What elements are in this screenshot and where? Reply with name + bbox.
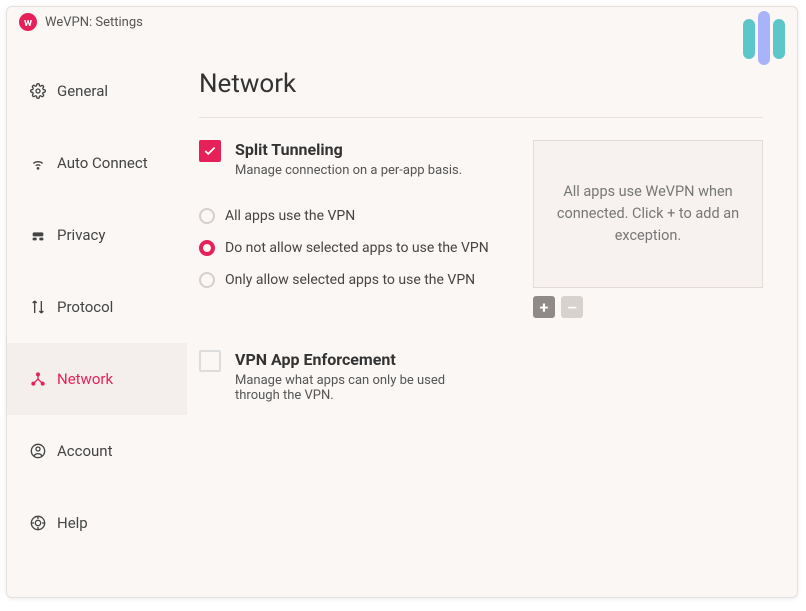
sidebar-item-network[interactable]: Network [7,343,187,415]
divider [199,117,763,118]
exception-list: All apps use WeVPN when connected. Click… [533,140,763,288]
decorative-bars [743,11,785,59]
titlebar: w WeVPN: Settings [7,7,797,37]
radio-label: Do not allow selected apps to use the VP… [225,240,489,256]
app-logo: w [19,13,37,31]
sidebar-item-help[interactable]: Help [7,487,187,559]
split-tunneling-title: Split Tunneling [235,140,462,159]
sidebar-item-account[interactable]: Account [7,415,187,487]
arrows-icon [29,299,47,315]
radio-icon [199,240,215,256]
network-icon [29,371,47,387]
enforcement-checkbox[interactable] [199,350,221,372]
main-panel: Network Split Tunneling Manage connectio… [187,37,797,597]
radio-label: All apps use the VPN [225,208,355,224]
settings-window: w WeVPN: Settings General Auto Connect [6,6,798,598]
sidebar-item-label: Network [57,370,113,388]
privacy-icon [29,227,47,243]
exception-placeholder: All apps use WeVPN when connected. Click… [552,181,744,246]
sidebar-item-protocol[interactable]: Protocol [7,271,187,343]
sidebar-item-auto-connect[interactable]: Auto Connect [7,127,187,199]
sidebar-item-label: General [57,82,108,100]
sidebar-item-label: Auto Connect [57,154,148,172]
sidebar-item-general[interactable]: General [7,55,187,127]
split-tunneling-checkbox[interactable] [199,140,221,162]
sidebar-item-label: Privacy [57,226,105,244]
wifi-icon [29,155,47,171]
radio-do-not-allow-selected[interactable]: Do not allow selected apps to use the VP… [199,232,511,264]
radio-all-apps-use-vpn[interactable]: All apps use the VPN [199,200,511,232]
radio-only-allow-selected[interactable]: Only allow selected apps to use the VPN [199,264,511,296]
sidebar-item-privacy[interactable]: Privacy [7,199,187,271]
radio-label: Only allow selected apps to use the VPN [225,272,475,288]
remove-exception-button[interactable]: – [561,296,583,318]
sidebar: General Auto Connect Privacy Protocol [7,37,187,597]
window-title: WeVPN: Settings [45,15,143,30]
enforcement-desc: Manage what apps can only be used throug… [235,373,475,403]
sidebar-item-label: Help [57,514,88,532]
gear-icon [29,83,47,99]
sidebar-item-label: Protocol [57,298,113,316]
add-exception-button[interactable]: + [533,296,555,318]
radio-icon [199,208,215,224]
sidebar-item-label: Account [57,442,113,460]
enforcement-title: VPN App Enforcement [235,350,475,369]
account-icon [29,443,47,459]
help-icon [29,515,47,531]
split-tunneling-desc: Manage connection on a per-app basis. [235,163,462,178]
page-title: Network [199,47,763,117]
radio-icon [199,272,215,288]
